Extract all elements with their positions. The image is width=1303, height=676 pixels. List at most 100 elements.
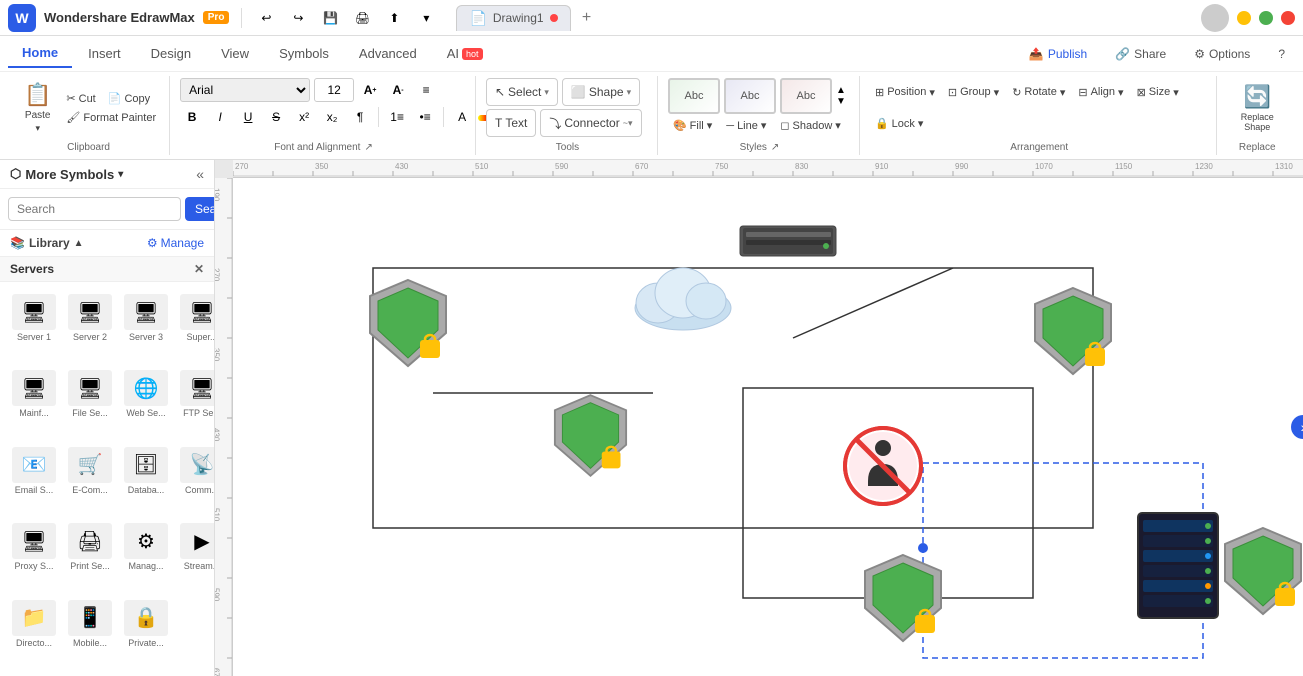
shape-no-entry[interactable] (843, 426, 923, 506)
shadow-btn[interactable]: ◻Shadow▾ (775, 117, 845, 134)
tab-home[interactable]: Home (8, 39, 72, 68)
undo-btn[interactable]: ↩ (254, 6, 278, 30)
font-expand-icon[interactable]: ↗ (364, 142, 372, 153)
symbol-item-4[interactable]: 🖥Mainf... (8, 366, 60, 438)
scroll-down[interactable]: ▼ (836, 96, 846, 107)
symbol-item-15[interactable]: ▶Stream... (176, 519, 214, 591)
select-btn[interactable]: ↖ Select ▾ (486, 78, 558, 106)
list-bullet-btn[interactable]: •≡ (413, 105, 437, 129)
align-arrange-btn[interactable]: ⊟Align▾ (1073, 84, 1128, 101)
user-avatar[interactable] (1201, 4, 1229, 32)
paragraph-indent-btn[interactable]: ¶ (348, 105, 372, 129)
tab-symbols[interactable]: Symbols (265, 40, 343, 67)
shape-firewall-5[interactable] (863, 553, 943, 643)
category-close-btn[interactable]: ✕ (194, 262, 204, 276)
styles-expand-icon[interactable]: ↗ (771, 142, 779, 153)
subscript-btn[interactable]: x₂ (320, 105, 344, 129)
tab-ai[interactable]: AI hot (433, 40, 497, 67)
sidebar-dropdown-icon[interactable]: ▾ (118, 169, 123, 180)
shape-switch[interactable] (738, 218, 838, 263)
symbol-item-13[interactable]: 🖨Print Se... (64, 519, 116, 591)
quick-access-more[interactable]: ▾ (414, 6, 438, 30)
redo-btn[interactable]: ↪ (286, 6, 310, 30)
shape-firewall-2[interactable] (553, 393, 628, 478)
shape-server-rack[interactable] (1133, 508, 1223, 623)
help-btn[interactable]: ? (1268, 43, 1295, 65)
lock-btn[interactable]: 🔒Lock▾ (870, 115, 928, 132)
share-btn[interactable]: ⬆ (382, 6, 406, 30)
close-btn[interactable] (1281, 11, 1295, 25)
increase-font-btn[interactable]: A+ (358, 78, 382, 102)
share-ribbon-btn[interactable]: 🔗 Share (1105, 43, 1176, 65)
italic-btn[interactable]: I (208, 105, 232, 129)
symbol-item-10[interactable]: 🗄Databa... (120, 443, 172, 515)
symbol-item-18[interactable]: 🔒Private... (120, 596, 172, 668)
save-btn[interactable]: 💾 (318, 6, 342, 30)
paste-btn[interactable]: 📋 Paste ▾ (16, 78, 59, 138)
bold-btn[interactable]: B (180, 105, 204, 129)
publish-btn[interactable]: 📤 Publish (1019, 43, 1097, 65)
group-btn[interactable]: ⊡Group▾ (943, 84, 1004, 101)
scroll-up[interactable]: ▲ (836, 85, 846, 96)
text-btn[interactable]: T Text (486, 109, 536, 137)
shape-firewall-4[interactable] (1223, 526, 1303, 616)
size-btn[interactable]: ⊠Size▾ (1132, 84, 1184, 101)
position-btn[interactable]: ⊞Position▾ (870, 84, 940, 101)
minimize-btn[interactable] (1237, 11, 1251, 25)
font-size-input[interactable] (314, 78, 354, 102)
copy-btn[interactable]: 📄Copy (103, 90, 155, 107)
fill-btn[interactable]: 🎨Fill▾ (668, 117, 717, 134)
library-label[interactable]: 📚 Library ▲ (10, 236, 84, 250)
decrease-font-btn[interactable]: A- (386, 78, 410, 102)
maximize-btn[interactable] (1259, 11, 1273, 25)
sidebar-collapse-btn[interactable]: « (196, 166, 204, 182)
rotate-btn[interactable]: ↻Rotate▾ (1007, 84, 1070, 101)
symbol-item-17[interactable]: 📱Mobile... (64, 596, 116, 668)
symbol-item-1[interactable]: 🖥Server 2 (64, 290, 116, 362)
print-btn[interactable]: 🖨 (350, 6, 374, 30)
style-box-3[interactable]: Abc (780, 78, 832, 114)
manage-link[interactable]: ⚙ Manage (147, 236, 204, 250)
symbol-item-6[interactable]: 🌐Web Se... (120, 366, 172, 438)
shape-cloud[interactable] (628, 263, 738, 333)
tab-view[interactable]: View (207, 40, 263, 67)
strikethrough-btn[interactable]: S (264, 105, 288, 129)
symbol-item-5[interactable]: 🖥File Se... (64, 366, 116, 438)
connector-btn[interactable]: ⤵ Connector ~▾ (540, 109, 641, 137)
line-btn[interactable]: ─Line▾ (721, 117, 771, 134)
symbol-item-9[interactable]: 🛒E-Com... (64, 443, 116, 515)
options-btn[interactable]: ⚙ Options (1184, 43, 1260, 65)
symbol-item-3[interactable]: 🖥Super... (176, 290, 214, 362)
symbol-item-16[interactable]: 📁Directo... (8, 596, 60, 668)
font-color-btn[interactable]: A (450, 105, 474, 129)
shape-firewall-1[interactable] (368, 278, 448, 368)
tab-advanced[interactable]: Advanced (345, 40, 431, 67)
drawing-tab[interactable]: 📄 Drawing1 (456, 5, 570, 31)
style-box-2[interactable]: Abc (724, 78, 776, 114)
replace-shape-btn[interactable]: 🔄 Replace Shape (1227, 78, 1287, 138)
sidebar-search-btn[interactable]: Search (185, 197, 215, 221)
format-painter-btn[interactable]: 🖌Format Painter (61, 109, 161, 126)
shape-btn[interactable]: ⬜ Shape ▾ (562, 78, 640, 106)
canvas-area[interactable]: 2703504305105906707508309109901070115012… (215, 160, 1303, 676)
shape-firewall-3[interactable] (1033, 286, 1113, 376)
superscript-btn[interactable]: x² (292, 105, 316, 129)
tab-design[interactable]: Design (137, 40, 205, 67)
style-box-1[interactable]: Abc (668, 78, 720, 114)
symbol-item-8[interactable]: 📧Email S... (8, 443, 60, 515)
list-ordered-btn[interactable]: 1≡ (385, 105, 409, 129)
cut-btn[interactable]: ✂Cut (61, 90, 100, 107)
symbol-item-14[interactable]: ⚙Manag... (120, 519, 172, 591)
symbol-item-11[interactable]: 📡Comm... (176, 443, 214, 515)
tab-insert[interactable]: Insert (74, 40, 135, 67)
underline-btn[interactable]: U (236, 105, 260, 129)
new-tab-btn[interactable]: + (575, 6, 599, 30)
symbol-item-7[interactable]: 🖥FTP Se... (176, 366, 214, 438)
symbol-item-2[interactable]: 🖥Server 3 (120, 290, 172, 362)
right-expand-btn[interactable]: › (1291, 415, 1303, 439)
canvas-paper[interactable]: › (233, 178, 1303, 676)
sidebar-search-input[interactable] (8, 197, 181, 221)
symbol-item-0[interactable]: 🖥Server 1 (8, 290, 60, 362)
symbol-item-12[interactable]: 🖥Proxy S... (8, 519, 60, 591)
font-family-select[interactable]: Arial (180, 78, 310, 102)
